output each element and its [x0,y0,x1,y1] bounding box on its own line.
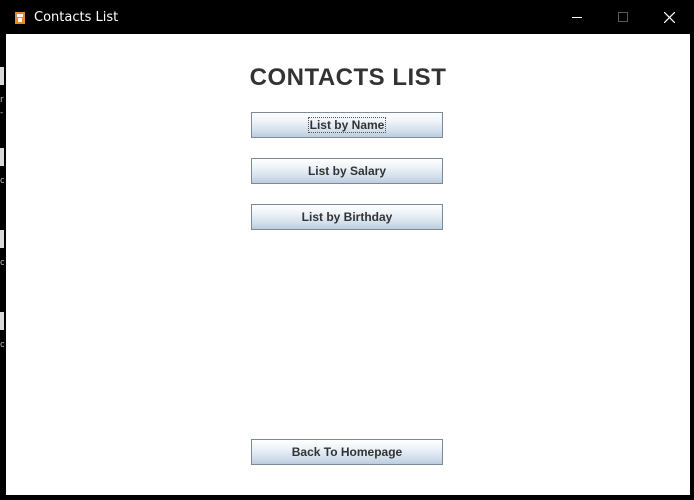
page-title: CONTACTS LIST [249,64,447,91]
list-by-name-label: List by Name [307,117,387,133]
window-title: Contacts List [34,10,119,25]
back-to-homepage-label: Back To Homepage [291,445,403,459]
list-by-birthday-button[interactable]: List by Birthday [251,204,443,230]
java-app-icon [15,11,25,24]
minimize-icon [572,17,582,18]
back-to-homepage-button[interactable]: Back To Homepage [251,439,443,465]
close-icon [664,12,675,23]
list-by-salary-button[interactable]: List by Salary [251,158,443,184]
maximize-button[interactable] [600,0,646,34]
list-by-name-button[interactable]: List by Name [251,112,443,138]
contacts-list-window: Contacts List CONTACTS LIST List by Name… [4,0,692,498]
minimize-button[interactable] [554,0,600,34]
title-bar[interactable]: Contacts List [4,0,692,34]
list-by-birthday-label: List by Birthday [301,210,393,224]
list-by-salary-label: List by Salary [307,164,387,178]
maximize-icon [618,12,628,22]
content-panel: CONTACTS LIST List by Name List by Salar… [6,34,690,495]
close-button[interactable] [646,0,692,34]
